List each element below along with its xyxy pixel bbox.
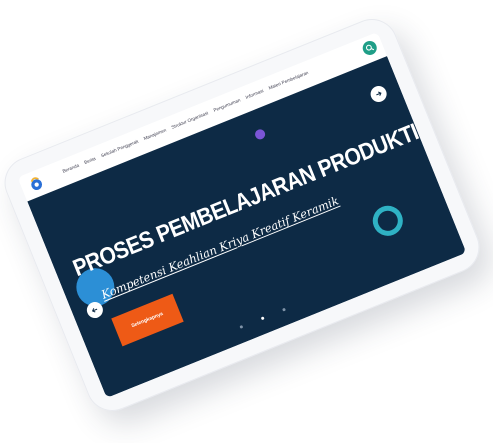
- tablet-screen: Beranda Berita Sekolah Penggerak Manajem…: [17, 31, 467, 399]
- nav-item-materi-pembelajaran[interactable]: Materi Pembelajaran: [268, 70, 309, 91]
- search-icon: [365, 44, 375, 51]
- scene: Beranda Berita Sekolah Penggerak Manajem…: [0, 0, 493, 443]
- arrow-right-icon: [376, 91, 382, 96]
- tablet-frame: Beranda Berita Sekolah Penggerak Manajem…: [0, 11, 488, 419]
- nav-item-sekolah-penggerak[interactable]: Sekolah Penggerak: [100, 139, 139, 159]
- decorative-purple-dot: [253, 127, 267, 141]
- decorative-teal-ring: [368, 201, 408, 241]
- slider-pagination: [239, 307, 286, 329]
- slider-dot[interactable]: [239, 324, 244, 329]
- read-more-button[interactable]: Selengkapnya: [111, 293, 184, 347]
- slider-dot-active[interactable]: [260, 316, 265, 321]
- nav-item-beranda[interactable]: Beranda: [62, 163, 80, 174]
- search-button[interactable]: [360, 38, 379, 58]
- nav-item-manajemen[interactable]: Manajemen: [143, 127, 167, 141]
- arrow-left-icon: [91, 308, 98, 313]
- nav-item-pengumuman[interactable]: Pengumuman: [213, 97, 241, 112]
- nav-item-struktur-organisasi[interactable]: Struktur Organisasi: [171, 110, 209, 129]
- nav-item-informasi[interactable]: Informasi: [245, 88, 264, 100]
- slider-dot[interactable]: [282, 307, 286, 312]
- nav-item-berita[interactable]: Berita: [83, 156, 96, 165]
- slider-next-button[interactable]: [368, 83, 390, 105]
- school-logo-icon[interactable]: [25, 172, 48, 195]
